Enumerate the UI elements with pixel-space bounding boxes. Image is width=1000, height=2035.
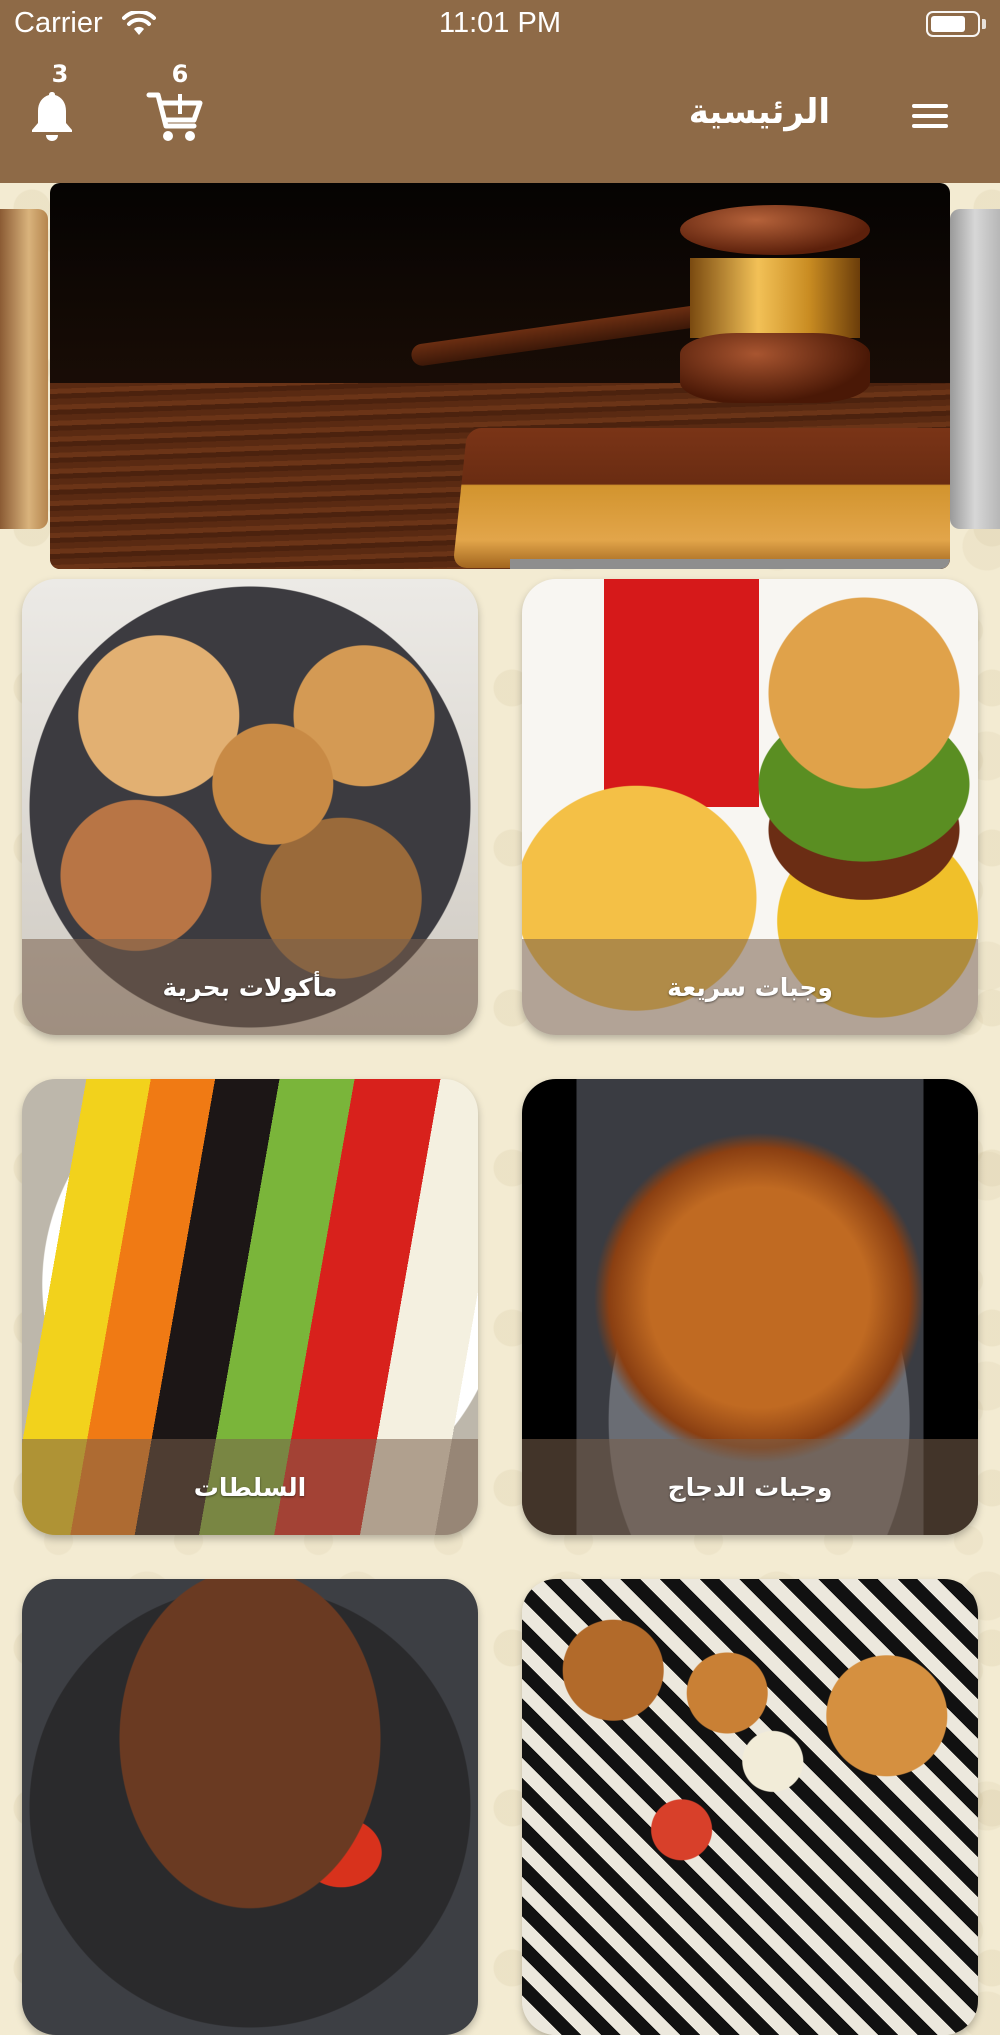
category-label: السلطات (193, 1472, 307, 1502)
app-header: Carrier 11:01 PM 3 6 الرئيسية (0, 0, 1000, 183)
gavel-head-bottom (680, 333, 870, 403)
previous-slide[interactable] (0, 209, 48, 529)
book-image (452, 428, 950, 568)
category-card-grills[interactable] (22, 1579, 478, 2035)
status-time: 11:01 PM (439, 7, 561, 39)
next-slide[interactable] (950, 209, 1000, 529)
category-card-fast-food[interactable]: وجبات سريعة (522, 579, 978, 1035)
cart-badge: 6 (171, 60, 189, 88)
category-card-appetizers[interactable] (522, 1579, 978, 2035)
gavel-head-top (680, 205, 870, 255)
status-bar: Carrier 11:01 PM (0, 0, 1000, 50)
cart-button[interactable]: 6 (146, 60, 214, 146)
bell-icon (32, 92, 72, 141)
notifications-button[interactable]: 3 (30, 60, 90, 146)
cart-icon (146, 92, 203, 141)
category-label: وجبات سريعة (667, 972, 833, 1002)
category-label: مأكولات بحرية (162, 972, 338, 1002)
category-card-chicken[interactable]: وجبات الدجاج (522, 1079, 978, 1535)
carousel-scroll-indicator (510, 559, 950, 569)
page-title: الرئيسية (688, 92, 830, 132)
category-card-salads[interactable]: السلطات (22, 1079, 478, 1535)
category-label: وجبات الدجاج (667, 1472, 833, 1502)
banner-slide[interactable] (50, 183, 950, 569)
menu-button[interactable] (906, 96, 952, 136)
banner-carousel[interactable] (0, 183, 1000, 569)
category-card-seafood[interactable]: مأكولات بحرية (22, 579, 478, 1035)
battery-icon (926, 11, 980, 37)
notifications-badge: 3 (51, 60, 69, 88)
gavel-band (690, 258, 860, 338)
